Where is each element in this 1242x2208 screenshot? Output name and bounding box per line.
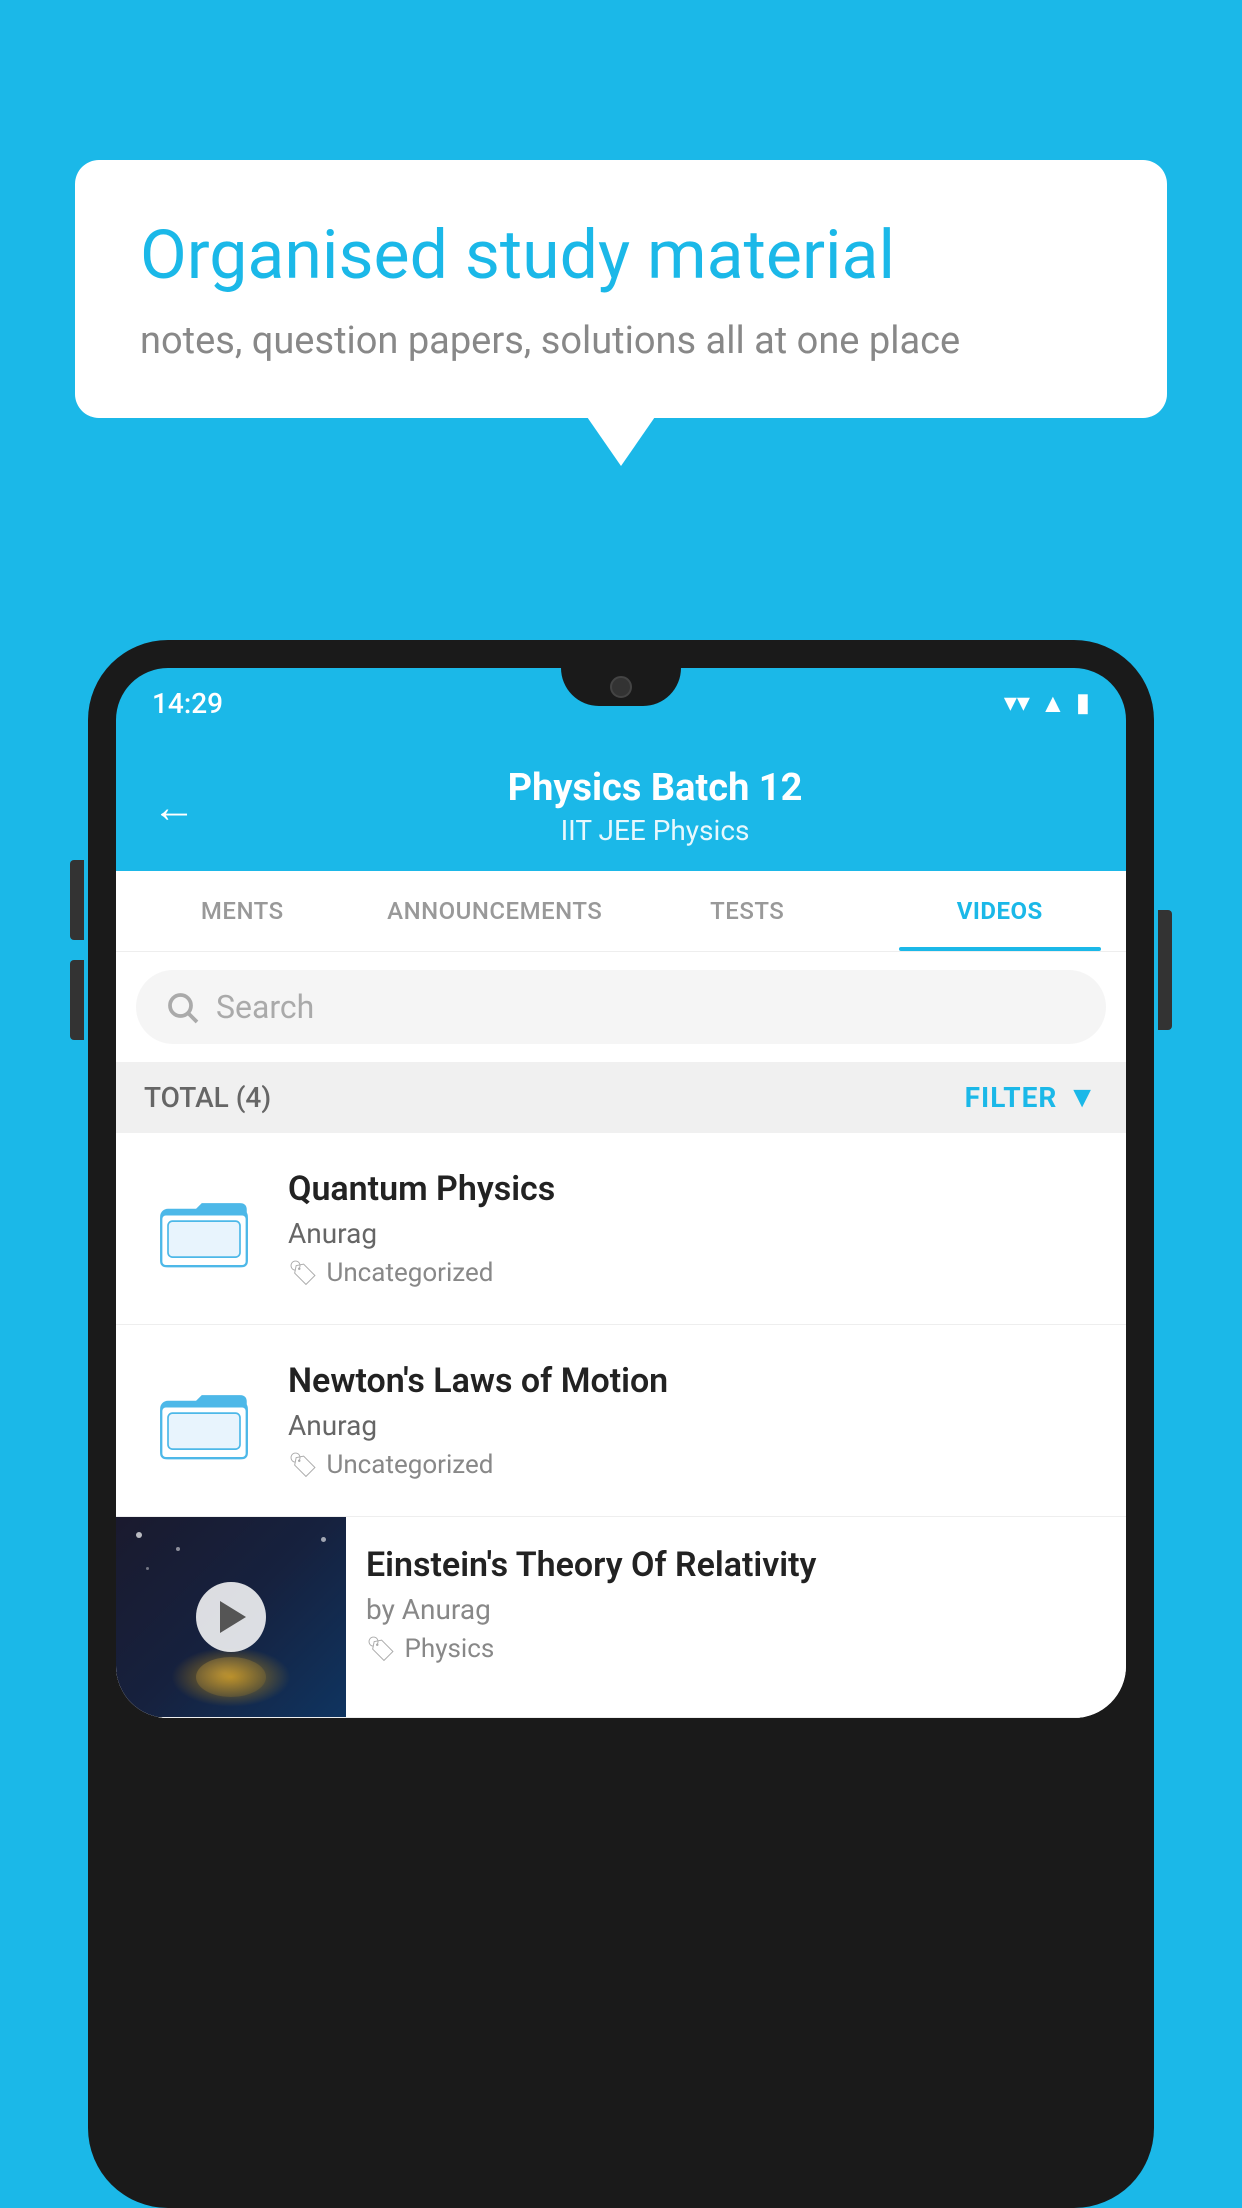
play-button[interactable] [196,1582,266,1652]
battery-icon: ▮ [1076,688,1090,718]
star [136,1532,142,1538]
side-button-left [70,860,84,940]
video-title: Einstein's Theory Of Relativity [366,1545,1106,1585]
phone-outer: 14:29 ▾▾ ▲ ▮ ← Physics Batch 12 IIT JEE … [88,640,1154,2208]
star [176,1547,180,1551]
video-tag: 🏷 Uncategorized [288,1450,1098,1480]
filter-button[interactable]: FILTER ▼ [965,1080,1098,1115]
tag-icon: 🏷 [288,1451,318,1479]
speech-bubble: Organised study material notes, question… [75,160,1167,418]
video-author: Anurag [288,1409,1098,1442]
list-item[interactable]: Newton's Laws of Motion Anurag 🏷 Uncateg… [116,1325,1126,1517]
star [146,1567,149,1570]
list-item[interactable]: Quantum Physics Anurag 🏷 Uncategorized [116,1133,1126,1325]
tabs-bar: MENTS ANNOUNCEMENTS TESTS VIDEOS [116,871,1126,952]
back-button[interactable]: ← [152,781,196,833]
video-info-quantum: Quantum Physics Anurag 🏷 Uncategorized [288,1169,1098,1288]
side-button-left2 [70,960,84,1040]
phone-wrapper: 14:29 ▾▾ ▲ ▮ ← Physics Batch 12 IIT JEE … [88,640,1154,2208]
header-title: Physics Batch 12 [220,766,1090,810]
app-header: ← Physics Batch 12 IIT JEE Physics [116,738,1126,871]
video-tag: 🏷 Uncategorized [288,1258,1098,1288]
star [321,1537,326,1542]
search-container: Search [116,952,1126,1062]
einstein-info: Einstein's Theory Of Relativity by Anura… [346,1517,1126,1692]
folder-icon [159,1376,249,1466]
video-title: Newton's Laws of Motion [288,1361,1098,1401]
status-bar: 14:29 ▾▾ ▲ ▮ [116,668,1126,738]
search-box[interactable]: Search [136,970,1106,1044]
folder-thumb-newton [144,1366,264,1476]
tab-ments[interactable]: MENTS [116,871,369,951]
bubble-subtitle: notes, question papers, solutions all at… [140,319,1102,363]
tag-label: Physics [404,1634,494,1664]
wifi-icon: ▾▾ [1004,688,1030,718]
search-icon [164,989,200,1025]
tag-icon: 🏷 [366,1635,396,1663]
phone-notch [561,668,681,706]
video-author: Anurag [288,1217,1098,1250]
status-time: 14:29 [152,687,223,720]
video-title: Quantum Physics [288,1169,1098,1209]
header-center: Physics Batch 12 IIT JEE Physics [220,766,1090,847]
filter-bar: TOTAL (4) FILTER ▼ [116,1062,1126,1133]
video-info-newton: Newton's Laws of Motion Anurag 🏷 Uncateg… [288,1361,1098,1480]
camera-dot [610,676,632,698]
play-triangle-icon [220,1601,246,1633]
tag-label: Uncategorized [326,1450,493,1480]
tab-announcements[interactable]: ANNOUNCEMENTS [369,871,622,951]
filter-funnel-icon: ▼ [1067,1080,1098,1115]
side-button-right [1158,910,1172,1030]
folder-icon [159,1184,249,1274]
folder-thumb-quantum [144,1174,264,1284]
search-placeholder: Search [216,988,314,1026]
filter-label: FILTER [965,1081,1058,1114]
speech-bubble-container: Organised study material notes, question… [75,160,1167,418]
signal-icon: ▲ [1040,688,1066,719]
bubble-title: Organised study material [140,215,1102,297]
tag-label: Uncategorized [326,1258,493,1288]
einstein-thumbnail [116,1517,346,1717]
video-list: Quantum Physics Anurag 🏷 Uncategorized [116,1133,1126,1718]
planet [196,1657,266,1697]
tag-icon: 🏷 [288,1259,318,1287]
list-item[interactable]: Einstein's Theory Of Relativity by Anura… [116,1517,1126,1718]
tab-videos[interactable]: VIDEOS [874,871,1127,951]
video-author: by Anurag [366,1593,1106,1626]
phone-screen: ← Physics Batch 12 IIT JEE Physics MENTS… [116,738,1126,1718]
tab-tests[interactable]: TESTS [621,871,874,951]
video-tag: 🏷 Physics [366,1634,1106,1664]
total-count: TOTAL (4) [144,1081,271,1114]
header-subtitle: IIT JEE Physics [220,814,1090,847]
status-icons: ▾▾ ▲ ▮ [1004,688,1090,719]
